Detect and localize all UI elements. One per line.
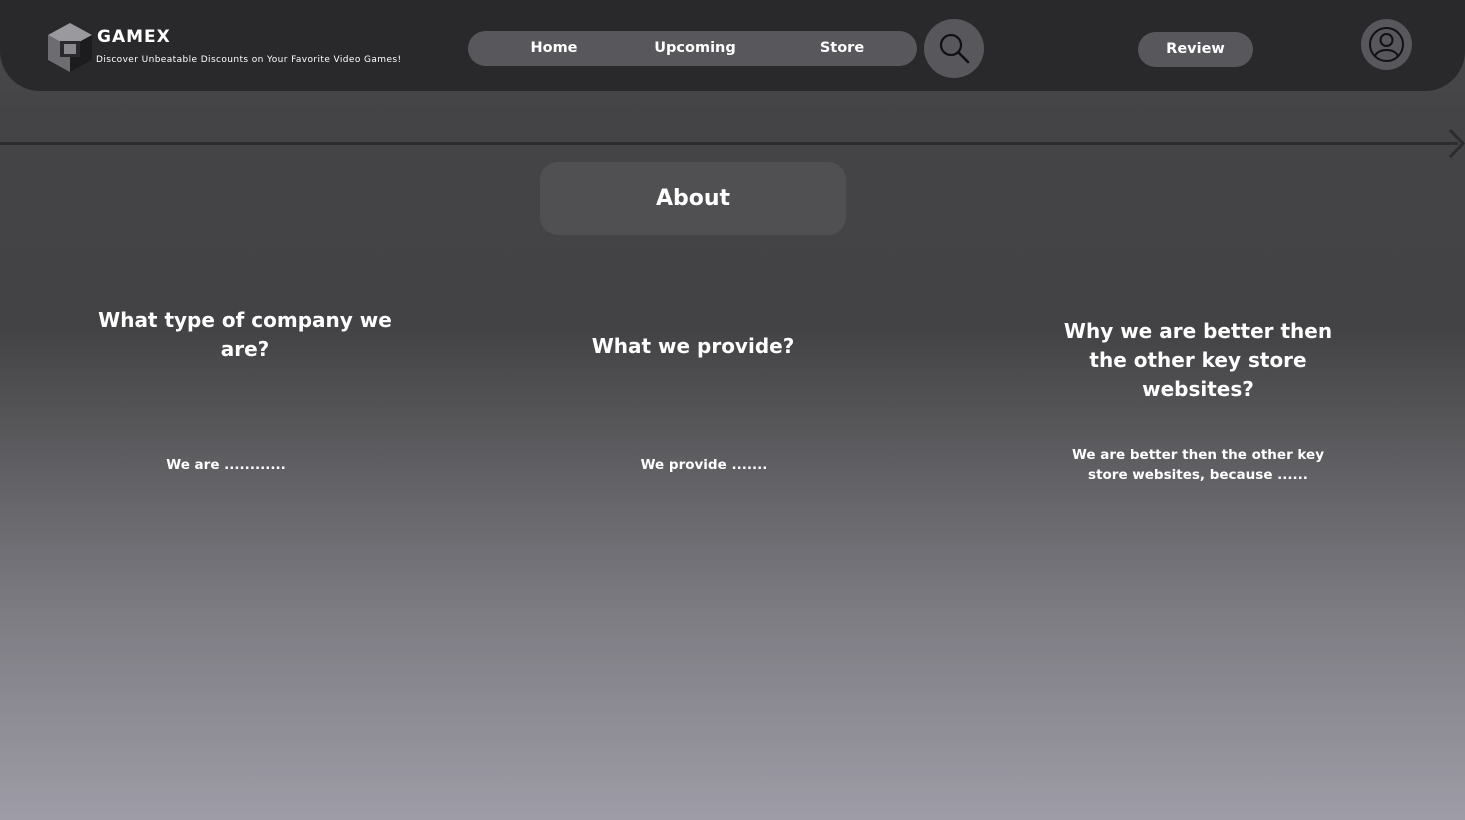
about-title: About bbox=[540, 162, 846, 235]
section-divider bbox=[0, 142, 1458, 145]
review-button[interactable]: Review bbox=[1138, 32, 1253, 67]
top-header: GAMEX Discover Unbeatable Discounts on Y… bbox=[0, 0, 1465, 91]
company-type-heading: What type of company we are? bbox=[96, 306, 394, 364]
provide-heading-text: What we provide? bbox=[591, 334, 795, 358]
brand-name: GAMEX bbox=[97, 27, 171, 47]
search-button[interactable] bbox=[924, 19, 984, 78]
cube-logo-icon[interactable] bbox=[48, 23, 92, 73]
provide-heading: What we provide? bbox=[560, 332, 826, 361]
chevron-right-icon[interactable] bbox=[1446, 128, 1465, 159]
nav-upcoming-link[interactable]: Upcoming bbox=[650, 31, 740, 66]
better-heading: Why we are better then the other key sto… bbox=[1042, 317, 1354, 404]
brand-tagline: Discover Unbeatable Discounts on Your Fa… bbox=[96, 55, 402, 65]
user-circle-icon bbox=[1369, 27, 1404, 62]
provide-body-text: We provide ....... bbox=[640, 457, 768, 473]
better-body-text: We are better then the other key store w… bbox=[1072, 447, 1325, 483]
better-body: We are better then the other key store w… bbox=[1072, 445, 1324, 485]
user-avatar-button[interactable] bbox=[1361, 19, 1412, 70]
better-heading-text: Why we are better then the other key sto… bbox=[1063, 319, 1333, 401]
company-type-body-text: We are ............ bbox=[166, 457, 286, 473]
company-type-body: We are ............ bbox=[126, 455, 326, 475]
provide-body: We provide ....... bbox=[604, 455, 804, 475]
nav-home-link[interactable]: Home bbox=[523, 31, 585, 66]
nav-store-link[interactable]: Store bbox=[814, 31, 870, 66]
search-icon bbox=[939, 33, 970, 64]
company-type-heading-text: What type of company we are? bbox=[98, 308, 392, 361]
main-nav: Home Upcoming Store bbox=[468, 31, 917, 66]
